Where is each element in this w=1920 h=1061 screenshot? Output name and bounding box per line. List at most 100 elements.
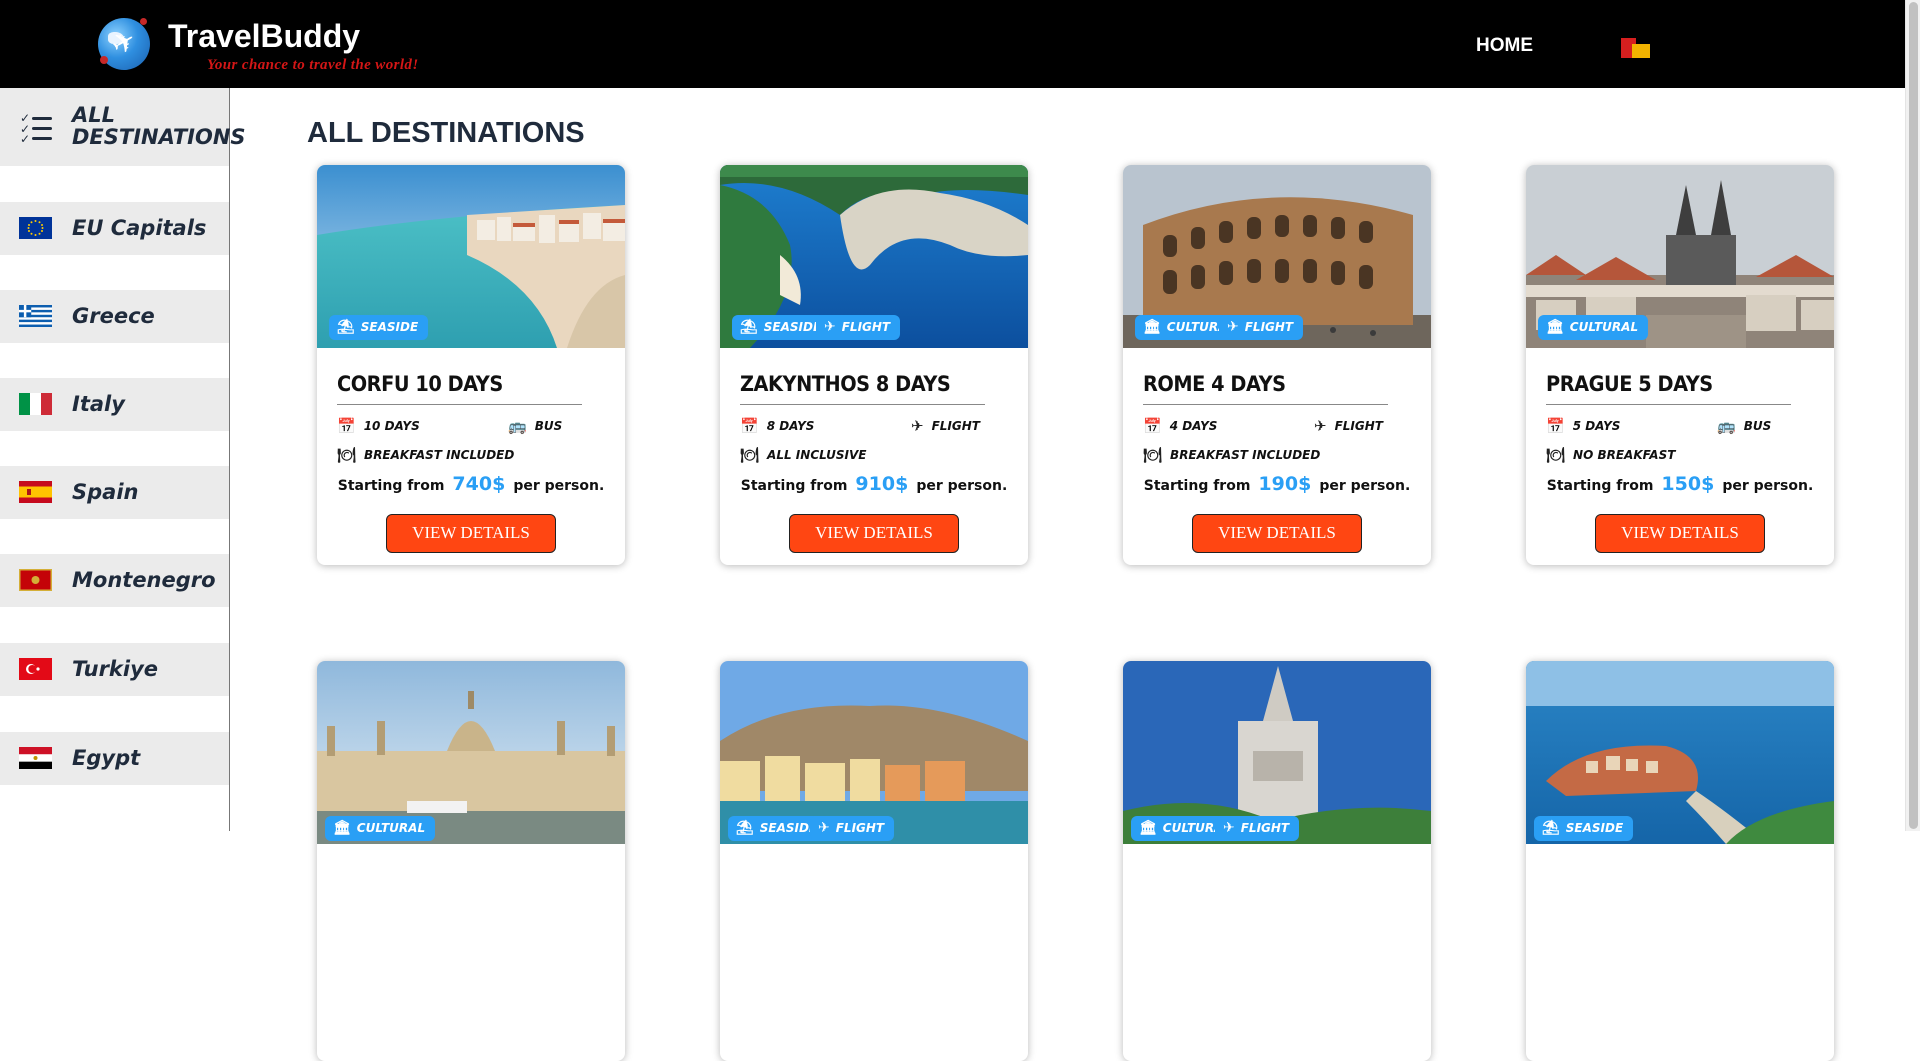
badge-label: FLIGHT xyxy=(1240,821,1290,835)
food-icon: 🍽 xyxy=(740,446,760,464)
transport-label: BUS xyxy=(534,419,563,433)
sidebar-item-label: EU Capitals xyxy=(72,216,207,240)
page-title: ALL DESTINATIONS xyxy=(307,117,585,149)
badge-label: SEASIDE xyxy=(360,320,419,334)
category-badge: ⛱ SEASIDE xyxy=(329,315,429,340)
duration-info: 📅 4 DAYS xyxy=(1143,417,1217,435)
page-scrollbar[interactable] xyxy=(1905,0,1920,831)
price-suffix: per person. xyxy=(513,478,605,494)
transport-info: ✈ FLIGHT xyxy=(1314,417,1383,435)
sidebar-item-all-destinations[interactable]: ✓ ✓ ✓ ALL DESTINATIONS xyxy=(0,88,246,166)
price-line: Starting from 190$ per person. xyxy=(1123,473,1431,495)
price-suffix: per person. xyxy=(916,478,1008,494)
sidebar: ✓ ✓ ✓ ALL DESTINATIONS EU Capitals Greec… xyxy=(0,88,246,831)
view-details-button[interactable]: VIEW DETAILS xyxy=(386,514,556,553)
price-value: 150$ xyxy=(1661,473,1715,495)
airplane-icon: ✈ xyxy=(1314,417,1327,435)
destination-card[interactable]: 🏛 CULTURAL ✈ FLIGHT ROME 4 DAYS 📅 4 DAYS ✈ F… xyxy=(1123,165,1431,565)
calendar-icon: 📅 xyxy=(1143,417,1162,435)
beach-umbrella-icon: ⛱ xyxy=(740,319,758,335)
category-badge: ✈ FLIGHT xyxy=(1215,816,1300,841)
sidebar-item-label: ALL DESTINATIONS xyxy=(72,103,246,149)
beach-umbrella-icon: ⛱ xyxy=(1542,820,1560,836)
destination-card[interactable]: 🏛 CULTURAL ✈ FLIGHT xyxy=(1123,661,1431,1061)
eu-flag-icon xyxy=(19,217,52,239)
nav-home-link[interactable]: HOME xyxy=(1476,35,1533,57)
montenegro-flag-icon xyxy=(19,569,52,591)
turkiye-flag-icon xyxy=(19,658,52,680)
spain-flag-icon xyxy=(19,481,52,503)
sidebar-item-label: Turkiye xyxy=(72,657,159,681)
view-details-button[interactable]: VIEW DETAILS xyxy=(1192,514,1362,553)
divider xyxy=(337,404,582,405)
view-details-button[interactable]: VIEW DETAILS xyxy=(789,514,959,553)
sidebar-item-italy[interactable]: Italy xyxy=(0,378,229,431)
destination-card[interactable]: ⛱ SEASIDE xyxy=(1526,661,1834,1061)
meal-info: 🍽 NO BREAKFAST xyxy=(1546,446,1675,464)
brand-name[interactable]: TravelBuddy xyxy=(168,18,360,55)
meal-label: NO BREAKFAST xyxy=(1573,448,1676,462)
sidebar-item-egypt[interactable]: Egypt xyxy=(0,732,229,785)
divider xyxy=(1546,404,1791,405)
bus-icon: 🚌 xyxy=(508,417,527,435)
beach-umbrella-icon: ⛱ xyxy=(337,319,355,335)
destination-card[interactable]: 🏛 CULTURAL PRAGUE 5 DAYS 📅 5 DAYS 🚌 BUS 🍽 NO… xyxy=(1526,165,1834,565)
scrollbar-thumb[interactable] xyxy=(1909,2,1918,829)
airplane-icon: ✈ xyxy=(1223,820,1235,836)
food-icon: 🍽 xyxy=(337,446,357,464)
meal-label: BREAKFAST INCLUDED xyxy=(1170,448,1321,462)
beach-umbrella-icon: ⛱ xyxy=(736,820,754,836)
transport-info: ✈ FLIGHT xyxy=(911,417,980,435)
category-badge: ⛱ SEASIDE xyxy=(1534,816,1634,841)
transport-info: 🚌 BUS xyxy=(508,417,562,435)
price-suffix: per person. xyxy=(1722,478,1814,494)
price-suffix: per person. xyxy=(1319,478,1411,494)
meal-info: 🍽 ALL INCLUSIVE xyxy=(740,446,866,464)
badge-label: CULTURAL xyxy=(356,821,426,835)
price-prefix: Starting from xyxy=(1143,478,1251,494)
badge-label: SEASIDE xyxy=(763,320,822,334)
food-icon: 🍽 xyxy=(1143,446,1163,464)
card-title: CORFU 10 DAYS xyxy=(337,372,503,396)
sidebar-item-label: Egypt xyxy=(72,746,141,770)
destination-card[interactable]: ⛱ SEASIDE ✈ FLIGHT ZAKYNTHOS 8 DAYS 📅 8 DAY… xyxy=(720,165,1028,565)
duration-label: 10 DAYS xyxy=(363,419,420,433)
top-header: TravelBuddy Your chance to travel the wo… xyxy=(0,0,1905,88)
calendar-icon: 📅 xyxy=(1546,417,1565,435)
list-check-icon: ✓ ✓ ✓ xyxy=(20,111,52,146)
destination-card[interactable]: 🏛 CULTURAL xyxy=(317,661,625,1061)
duration-label: 5 DAYS xyxy=(1572,419,1621,433)
badge-label: CULTURAL xyxy=(1569,320,1639,334)
transport-label: FLIGHT xyxy=(1334,419,1383,433)
duration-label: 4 DAYS xyxy=(1169,419,1218,433)
price-value: 910$ xyxy=(855,473,909,495)
airplane-icon: ✈ xyxy=(911,417,924,435)
duration-label: 8 DAYS xyxy=(766,419,815,433)
sidebar-item-montenegro[interactable]: Montenegro xyxy=(0,554,229,607)
category-badge: ✈ FLIGHT xyxy=(810,816,895,841)
price-line: Starting from 740$ per person. xyxy=(317,473,625,495)
duration-info: 📅 8 DAYS xyxy=(740,417,814,435)
price-prefix: Starting from xyxy=(740,478,848,494)
destination-card[interactable]: ⛱ SEASIDE CORFU 10 DAYS 📅 10 DAYS 🚌 BUS 🍽 BR… xyxy=(317,165,625,565)
badge-label: FLIGHT xyxy=(835,821,885,835)
transport-info: 🚌 BUS xyxy=(1717,417,1771,435)
calendar-icon: 📅 xyxy=(740,417,759,435)
meal-info: 🍽 BREAKFAST INCLUDED xyxy=(1143,446,1320,464)
badge-label: FLIGHT xyxy=(1244,320,1294,334)
price-line: Starting from 150$ per person. xyxy=(1526,473,1834,495)
sidebar-item-label: Greece xyxy=(72,304,155,328)
divider xyxy=(740,404,985,405)
category-badge: 🏛 CULTURAL xyxy=(1538,315,1649,340)
destination-card[interactable]: ⛱ SEASIDE ✈ FLIGHT xyxy=(720,661,1028,1061)
sidebar-item-label: Italy xyxy=(72,392,125,416)
museum-icon: 🏛 xyxy=(1139,820,1157,836)
language-flag-icon[interactable] xyxy=(1621,38,1650,58)
price-value: 740$ xyxy=(452,473,506,495)
sidebar-item-greece[interactable]: Greece xyxy=(0,290,229,343)
sidebar-item-spain[interactable]: Spain xyxy=(0,466,229,519)
view-details-button[interactable]: VIEW DETAILS xyxy=(1595,514,1765,553)
museum-icon: 🏛 xyxy=(333,820,351,836)
sidebar-item-eu-capitals[interactable]: EU Capitals xyxy=(0,202,229,255)
sidebar-item-turkiye[interactable]: Turkiye xyxy=(0,643,229,696)
